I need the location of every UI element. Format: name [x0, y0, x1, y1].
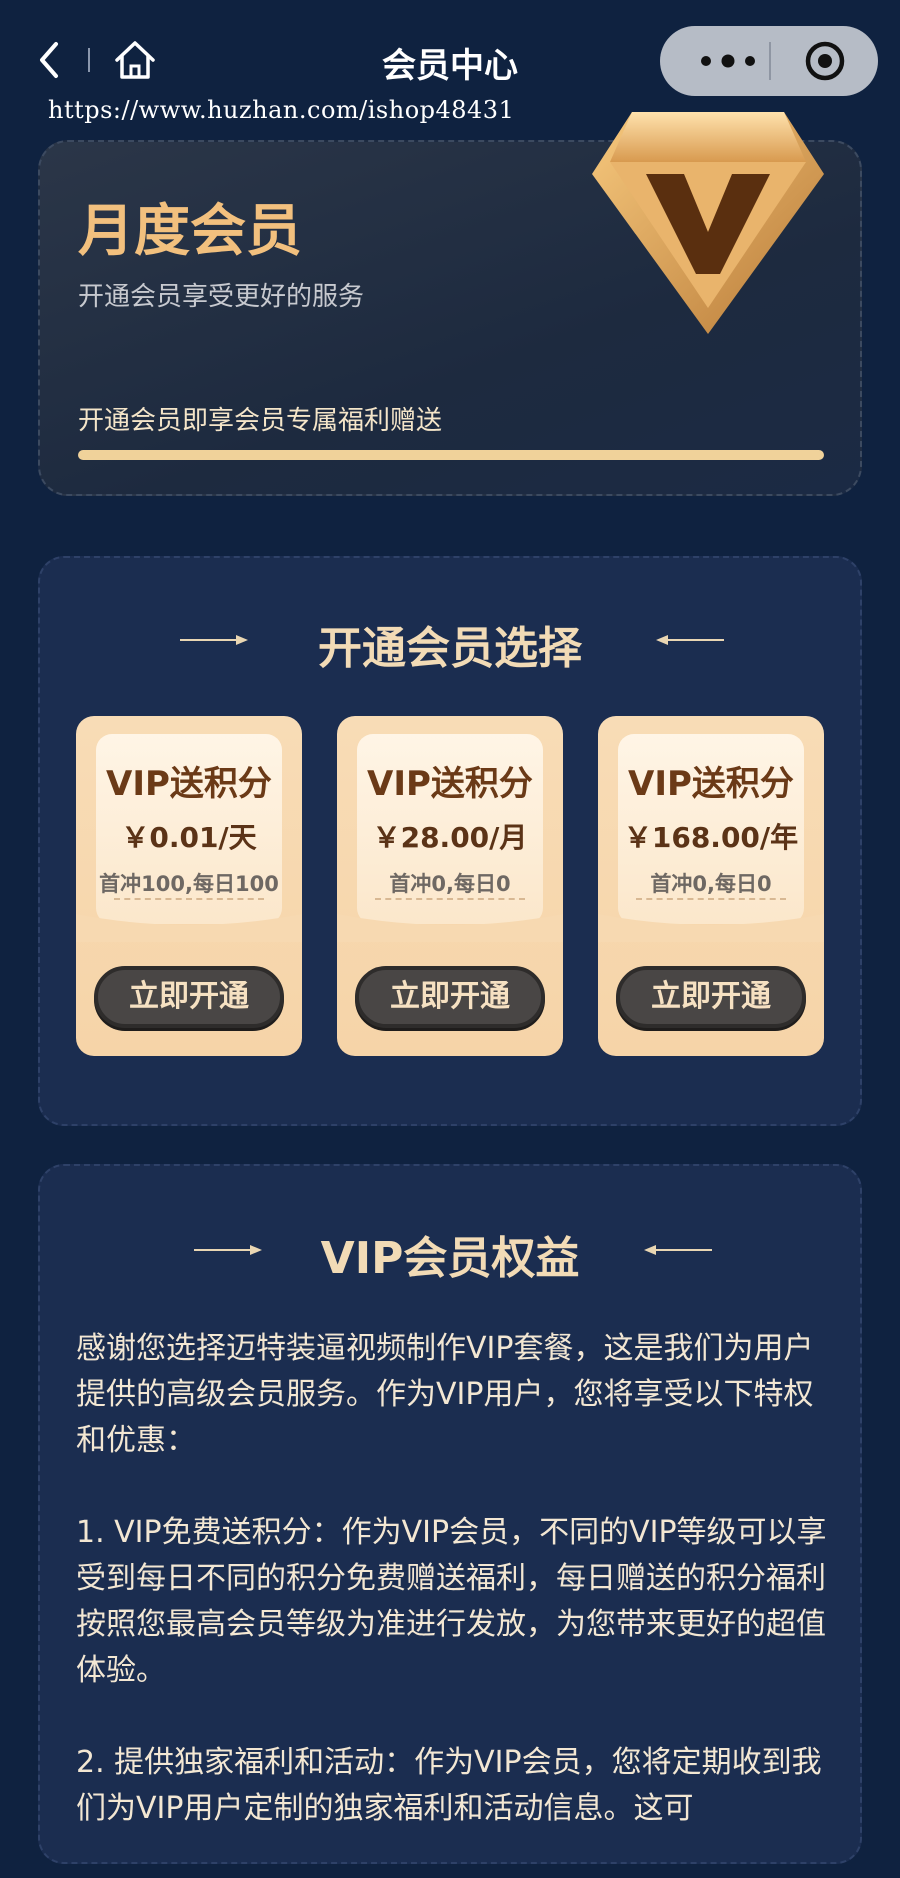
plan-name: VIP送积分 [628, 764, 794, 804]
plan-card-wave [76, 914, 302, 942]
membership-benefit-line: 开通会员即享会员专属福利赠送 [78, 406, 443, 436]
plan-section-title: 开通会员选择 [318, 623, 582, 674]
close-target-icon[interactable] [804, 40, 846, 82]
vip-diamond-icon [592, 112, 824, 334]
activate-button[interactable]: 立即开通 [355, 966, 545, 1028]
plan-name: VIP送积分 [367, 764, 533, 804]
plan-price: ￥0.01/天 [121, 821, 257, 854]
plan-price: ￥168.00/年 [623, 821, 799, 854]
plan-selection-section: 开通会员选择 VIP送积分 ￥0.01/天 首冲100,每日100 立即开通 V… [38, 556, 862, 1126]
plan-card-wave [598, 914, 824, 942]
benefits-description: 感谢您选择迈特装逼视频制作VIP套餐，这是我们为用户提供的高级会员服务。作为VI… [76, 1326, 836, 1878]
plan-name: VIP送积分 [106, 764, 272, 804]
plan-card-wave [337, 914, 563, 942]
plan-card-yearly[interactable]: VIP送积分 ￥168.00/年 首冲0,每日0 立即开通 [598, 716, 824, 1056]
mini-program-capsule [660, 26, 878, 96]
vip-benefits-section: VIP会员权益 感谢您选择迈特装逼视频制作VIP套餐，这是我们为用户提供的高级会… [38, 1164, 862, 1864]
plan-description: 首冲0,每日0 [650, 872, 772, 896]
title-decoration-right [656, 635, 724, 645]
plan-card-daily[interactable]: VIP送积分 ￥0.01/天 首冲100,每日100 立即开通 [76, 716, 302, 1056]
benefits-intro: 感谢您选择迈特装逼视频制作VIP套餐，这是我们为用户提供的高级会员服务。作为VI… [76, 1331, 814, 1458]
watermark-url: https://www.huzhan.com/ishop48431 [48, 96, 515, 124]
plan-dashed-divider [636, 898, 786, 900]
plan-card-monthly[interactable]: VIP送积分 ￥28.00/月 首冲0,每日0 立即开通 [337, 716, 563, 1056]
plan-dashed-divider [375, 898, 525, 900]
title-decoration-right [644, 1245, 712, 1255]
more-icon[interactable] [688, 46, 768, 76]
membership-progress-bar [78, 450, 824, 460]
plan-description: 首冲0,每日0 [389, 872, 511, 896]
membership-subtitle: 开通会员享受更好的服务 [78, 282, 365, 312]
plan-description: 首冲100,每日100 [99, 872, 279, 896]
benefits-title: VIP会员权益 [320, 1233, 580, 1284]
benefit-item-2: 2. 提供独家福利和活动：作为VIP会员，您将定期收到我们为VIP用户定制的独家… [76, 1745, 822, 1826]
capsule-divider [769, 42, 771, 80]
plan-price: ￥28.00/月 [372, 821, 528, 854]
benefit-item-1: 1. VIP免费送积分：作为VIP会员，不同的VIP等级可以享受到每日不同的积分… [76, 1515, 827, 1688]
membership-title: 月度会员 [78, 199, 302, 264]
activate-button[interactable]: 立即开通 [94, 966, 284, 1028]
activate-button[interactable]: 立即开通 [616, 966, 806, 1028]
plan-dashed-divider [114, 898, 264, 900]
